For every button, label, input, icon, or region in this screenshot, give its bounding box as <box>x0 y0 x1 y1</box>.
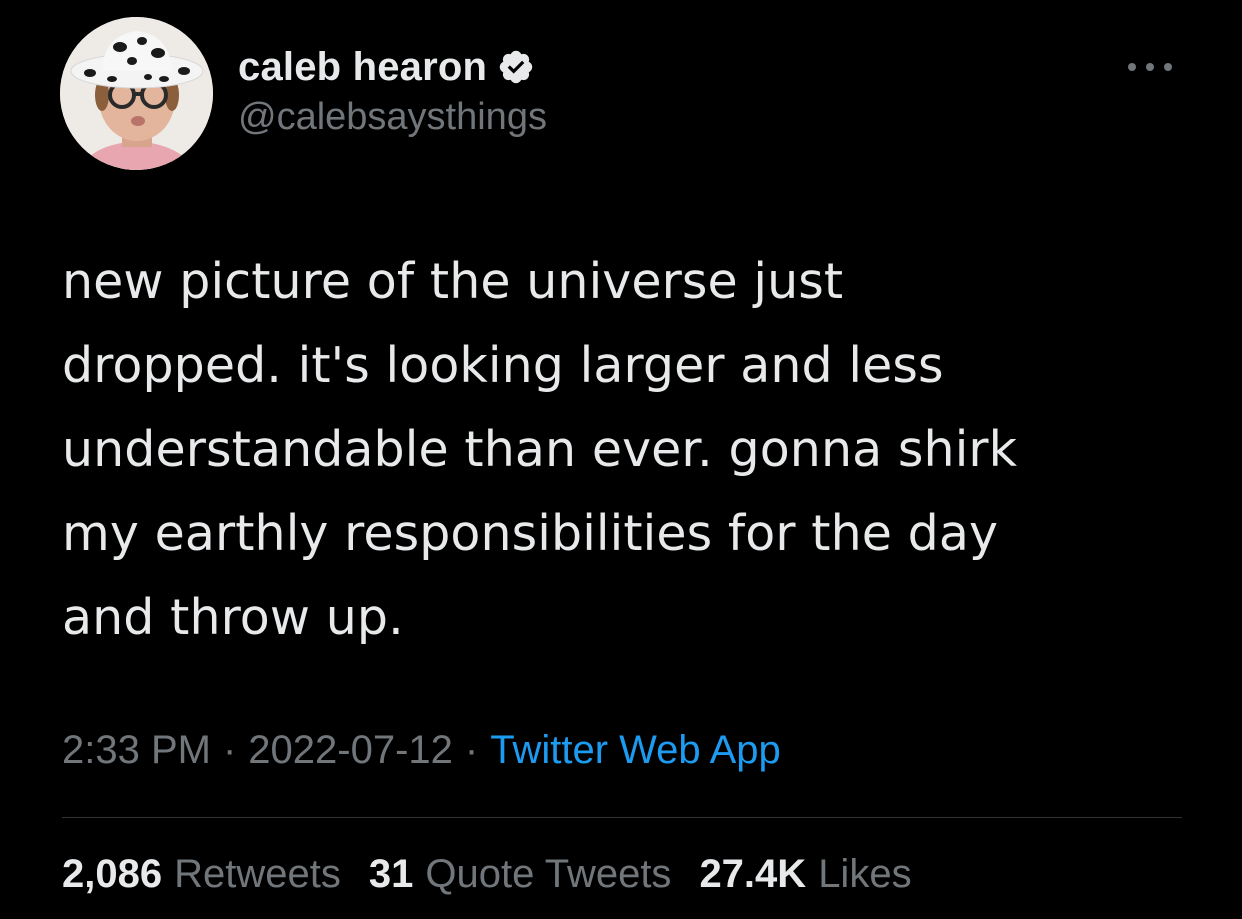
more-dot <box>1146 63 1154 71</box>
retweets-label: Retweets <box>174 852 341 896</box>
meta-separator: · <box>222 728 237 772</box>
author-handle[interactable]: @calebsaysthings <box>238 96 547 139</box>
likes-stat[interactable]: 27.4K Likes <box>699 852 911 897</box>
tweet-date[interactable]: 2022-07-12 <box>248 728 453 773</box>
likes-label: Likes <box>818 852 912 896</box>
tweet-time[interactable]: 2:33 PM <box>62 728 211 773</box>
divider <box>62 817 1182 818</box>
more-dot <box>1128 63 1136 71</box>
retweets-count: 2,086 <box>62 852 163 896</box>
meta-separator: · <box>464 728 479 772</box>
retweets-stat[interactable]: 2,086 Retweets <box>62 852 341 897</box>
tweet-meta: 2:33 PM · 2022-07-12 · Twitter Web App <box>62 728 781 773</box>
avatar[interactable] <box>60 17 213 170</box>
tweet-stats: 2,086 Retweets 31 Quote Tweets 27.4K Lik… <box>62 852 940 897</box>
avatar-image <box>60 17 213 170</box>
more-dot <box>1164 63 1172 71</box>
quote-tweets-count: 31 <box>368 852 414 896</box>
verified-badge-icon <box>497 48 535 86</box>
tweet-source-link[interactable]: Twitter Web App <box>490 728 781 773</box>
tweet-text: new picture of the universe just dropped… <box>62 253 1018 646</box>
author-name-row: caleb hearon <box>238 42 547 92</box>
author-display-name[interactable]: caleb hearon <box>238 45 487 90</box>
author-info: caleb hearon @calebsaysthings <box>238 42 547 139</box>
quote-tweets-label: Quote Tweets <box>425 852 672 896</box>
quote-tweets-stat[interactable]: 31 Quote Tweets <box>369 852 672 897</box>
likes-count: 27.4K <box>699 852 807 896</box>
more-options-icon[interactable] <box>1128 52 1172 82</box>
tweet: caleb hearon @calebsaysthings new pictur… <box>0 0 1242 919</box>
